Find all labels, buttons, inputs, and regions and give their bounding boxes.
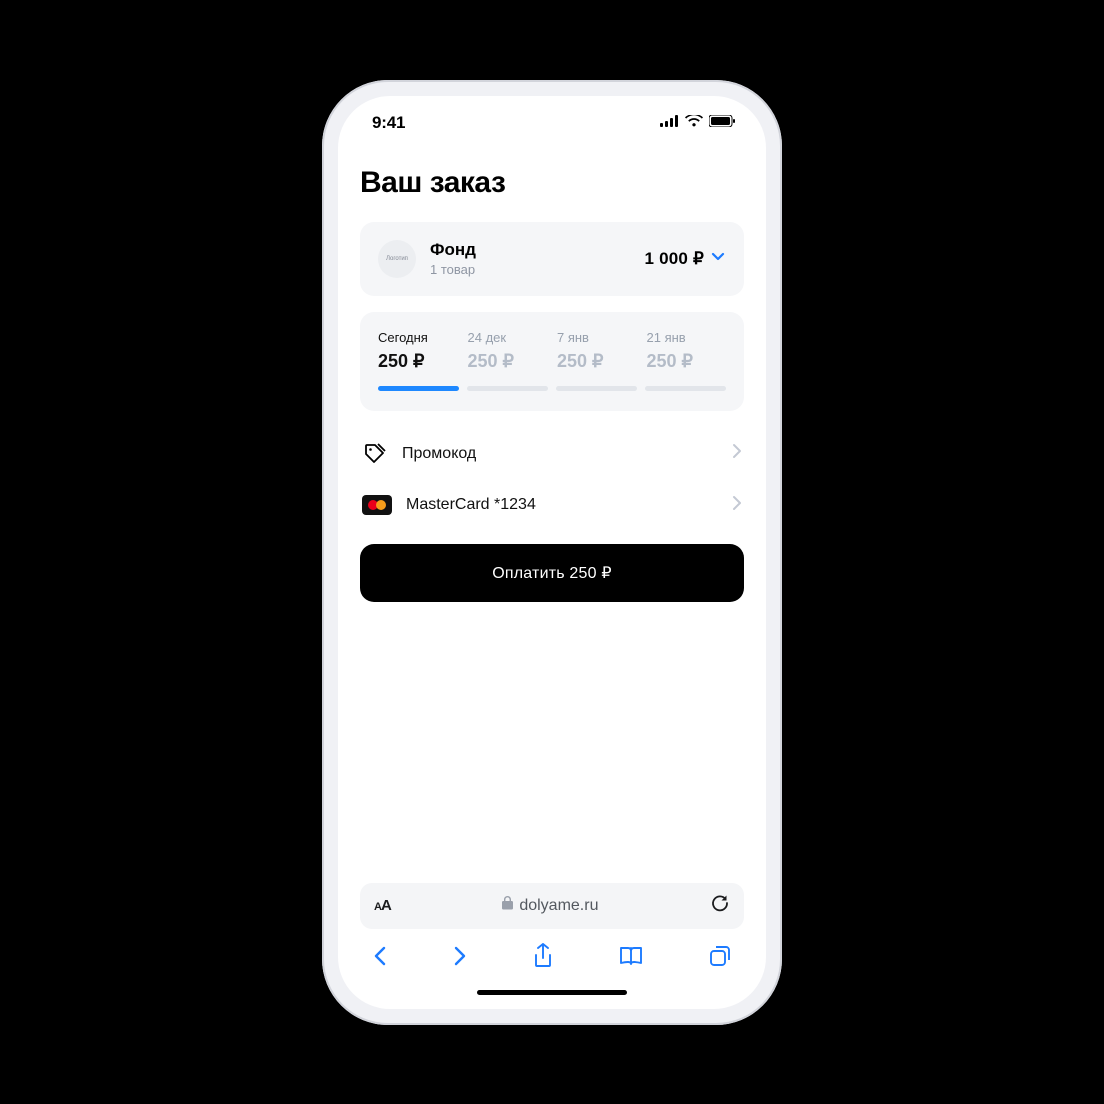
schedule-amount: 250 ₽ (557, 351, 637, 372)
schedule-bar (556, 386, 637, 391)
merchant-name: Фонд (430, 240, 631, 260)
schedule-label: 21 янв (647, 330, 727, 345)
promo-row[interactable]: Промокод (360, 421, 744, 487)
bookmarks-icon[interactable] (618, 945, 644, 972)
cellular-signal-icon (660, 114, 679, 132)
merchant-amount-group: 1 000 ₽ (645, 248, 726, 269)
schedule-label: 24 дек (468, 330, 548, 345)
merchant-text: Фонд 1 товар (430, 240, 631, 277)
schedule-cell: 7 янв 250 ₽ (557, 330, 637, 372)
merchant-logo: Логотип (378, 240, 416, 278)
page-content: Ваш заказ Логотип Фонд 1 товар 1 000 ₽ (338, 150, 766, 883)
back-icon[interactable] (372, 944, 388, 973)
merchant-card[interactable]: Логотип Фонд 1 товар 1 000 ₽ (360, 222, 744, 296)
price-tag-icon (362, 441, 388, 467)
lock-icon (502, 896, 513, 915)
home-indicator[interactable] (477, 990, 627, 995)
status-bar: 9:41 (338, 96, 766, 150)
schedule-bar-active (378, 386, 459, 391)
schedule-cell: 21 янв 250 ₽ (647, 330, 727, 372)
schedule-label: 7 янв (557, 330, 637, 345)
browser-chrome: AA dolyame.ru (338, 883, 766, 1009)
text-size-button[interactable]: AA (374, 897, 391, 914)
forward-icon[interactable] (452, 944, 468, 973)
status-icons (660, 114, 736, 132)
chevron-right-icon (732, 443, 742, 464)
chevron-down-icon[interactable] (710, 248, 726, 269)
schedule-progress (378, 386, 726, 391)
schedule-amount: 250 ₽ (378, 351, 458, 372)
phone-screen: 9:41 Ваш заказ Логотип Фонд (338, 96, 766, 1009)
address-bar-text: dolyame.ru (401, 896, 700, 915)
merchant-amount: 1 000 ₽ (645, 249, 704, 269)
schedule-amount: 250 ₽ (468, 351, 548, 372)
schedule-amount: 250 ₽ (647, 351, 727, 372)
promo-label: Промокод (402, 445, 718, 463)
share-icon[interactable] (532, 943, 554, 974)
phone-frame: 9:41 Ваш заказ Логотип Фонд (322, 80, 782, 1025)
battery-icon (709, 114, 736, 132)
address-bar[interactable]: AA dolyame.ru (360, 883, 744, 929)
address-domain: dolyame.ru (519, 897, 598, 915)
payment-schedule: Сегодня 250 ₽ 24 дек 250 ₽ 7 янв 250 ₽ 2… (360, 312, 744, 411)
payment-method-label: MasterCard *1234 (406, 496, 718, 514)
tabs-icon[interactable] (708, 944, 732, 973)
page-title: Ваш заказ (360, 166, 744, 200)
pay-button-label: Оплатить 250 ₽ (492, 563, 612, 583)
chevron-right-icon (732, 495, 742, 516)
schedule-bar (645, 386, 726, 391)
schedule-bar (467, 386, 548, 391)
merchant-subtitle: 1 товар (430, 262, 631, 277)
pay-button[interactable]: Оплатить 250 ₽ (360, 544, 744, 602)
wifi-icon (685, 114, 703, 132)
schedule-label: Сегодня (378, 330, 458, 345)
schedule-cell: 24 дек 250 ₽ (468, 330, 548, 372)
browser-toolbar (360, 929, 744, 984)
payment-method-row[interactable]: MasterCard *1234 (360, 487, 744, 536)
schedule-cell: Сегодня 250 ₽ (378, 330, 458, 372)
mastercard-icon (362, 495, 392, 515)
status-time: 9:41 (372, 113, 405, 133)
reload-icon[interactable] (710, 893, 730, 918)
